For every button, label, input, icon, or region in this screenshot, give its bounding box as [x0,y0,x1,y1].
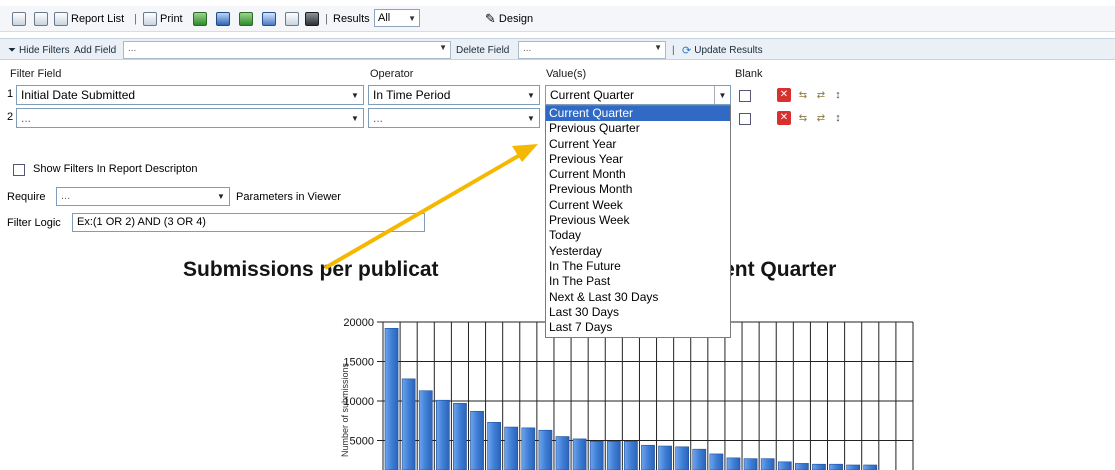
dropdown-option[interactable]: Last 30 Days [546,305,730,320]
dropdown-option[interactable]: Current Year [546,137,730,152]
chart-bar [572,438,587,470]
dropdown-option[interactable]: Current Quarter [546,106,730,122]
chart-bar [384,328,399,470]
chart-bar [641,444,655,470]
dropdown-option[interactable]: Previous Month [546,182,730,197]
dropdown-option[interactable]: Previous Quarter [546,121,730,136]
chart-bar [521,427,536,470]
chart-bar [658,445,672,470]
dropdown-option[interactable]: Today [546,228,730,243]
chart-bar [487,422,501,470]
chart-bar [555,436,570,470]
dropdown-option[interactable]: Previous Week [546,213,730,228]
dropdown-option[interactable]: Next & Last 30 Days [546,290,730,305]
chart-bar [606,440,621,470]
chart-bar [743,458,758,470]
chart-bar [470,410,484,470]
chart-bar [418,390,433,470]
dropdown-option[interactable]: Previous Year [546,152,730,167]
chart-bar [829,463,843,470]
chart-bar [795,463,809,470]
chart-bar [863,464,878,470]
chart-bar [453,403,467,470]
chart-bar [435,399,450,470]
chart-bar [692,448,707,470]
chart-bar [777,461,792,470]
dropdown-option[interactable]: Yesterday [546,244,730,259]
chart-bar [538,429,553,470]
y-tick-label: 5000 [350,436,374,448]
chart-bar [709,453,724,470]
chart-bar [760,458,775,470]
dropdown-option[interactable]: In The Future [546,259,730,274]
chart-bar [675,446,690,470]
dropdown-option[interactable]: Current Week [546,198,730,213]
dropdown-option[interactable]: Current Month [546,167,730,182]
y-tick-label: 20000 [343,317,374,329]
chart-bar [846,464,861,470]
y-axis-label: Number of submissions [340,362,350,457]
chart-bar [504,426,519,470]
value-dropdown-list: Current Quarter Previous Quarter Current Y… [545,105,731,338]
chart-bar [726,457,741,470]
chart-bar [589,440,604,470]
dropdown-option[interactable]: Last 7 Days [546,320,730,335]
chart-bar [812,463,826,470]
chart-bar [401,378,416,470]
dropdown-option[interactable]: In The Past [546,274,730,289]
chart-bar [624,440,638,470]
